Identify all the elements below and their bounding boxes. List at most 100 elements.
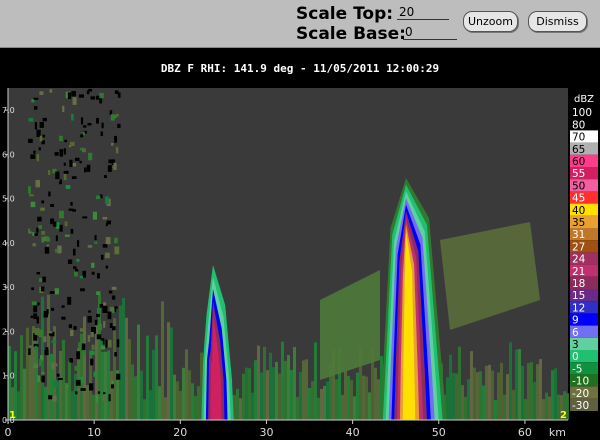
noise-speck — [74, 365, 79, 371]
clutter-column — [353, 396, 356, 420]
noise-speck — [105, 222, 108, 227]
clutter-column — [509, 342, 512, 420]
clutter-column — [20, 335, 23, 420]
noise-speck — [48, 333, 54, 336]
noise-speck — [69, 358, 73, 363]
noise-speck — [111, 142, 114, 146]
noise-speck — [44, 247, 50, 254]
noise-speck — [80, 388, 86, 391]
noise-speck — [107, 311, 112, 320]
noise-speck — [103, 321, 106, 328]
noise-speck — [82, 125, 87, 128]
noise-speck — [80, 288, 85, 292]
noise-speck — [114, 352, 117, 357]
clutter-column — [545, 392, 548, 420]
noise-speck — [28, 117, 34, 122]
clutter-column — [368, 392, 371, 420]
y-tick-label: 6.0 — [2, 150, 15, 159]
clutter-column — [182, 367, 185, 420]
clutter-column — [521, 365, 524, 420]
noise-speck — [39, 135, 43, 142]
noise-speck — [96, 195, 101, 200]
noise-speck — [36, 154, 40, 162]
noise-speck — [37, 302, 40, 306]
noise-speck — [67, 259, 73, 265]
clutter-column — [101, 351, 104, 420]
clutter-column — [461, 385, 464, 420]
clutter-column — [308, 387, 311, 420]
clutter-column — [17, 391, 20, 420]
noise-speck — [72, 97, 77, 105]
noise-speck — [48, 191, 51, 197]
noise-speck — [47, 170, 51, 176]
noise-speck — [33, 97, 39, 100]
noise-speck — [63, 162, 66, 166]
colorbar-label: 12 — [572, 302, 585, 314]
colorbar-label: 31 — [572, 229, 585, 241]
noise-speck — [53, 379, 58, 388]
clutter-column — [269, 352, 272, 420]
noise-speck — [34, 327, 40, 336]
corner-label-right: 2 — [560, 410, 567, 421]
noise-speck — [37, 216, 42, 222]
y-tick-label: 3.0 — [2, 283, 15, 292]
noise-speck — [35, 179, 40, 188]
clutter-column — [23, 368, 26, 420]
noise-speck — [105, 237, 111, 245]
noise-speck — [28, 348, 31, 355]
noise-speck — [29, 194, 34, 197]
clutter-column — [38, 380, 41, 420]
noise-speck — [59, 149, 64, 157]
clutter-column — [278, 373, 281, 420]
noise-speck — [63, 148, 66, 155]
noise-speck — [55, 235, 58, 242]
noise-speck — [108, 290, 113, 294]
clutter-column — [365, 376, 368, 420]
clutter-column — [479, 371, 482, 420]
clutter-column — [542, 399, 545, 420]
noise-speck — [28, 138, 33, 144]
clutter-column — [455, 373, 458, 420]
noise-speck — [38, 329, 44, 338]
x-tick-label: 30 — [259, 426, 273, 439]
noise-speck — [102, 216, 108, 220]
y-tick-label: 5.0 — [2, 195, 15, 204]
clutter-column — [107, 350, 110, 420]
noise-speck — [108, 339, 112, 348]
noise-speck — [34, 345, 37, 350]
noise-speck — [30, 154, 36, 159]
rhi-plot[interactable]: 0 10 20 30 40 50 60 km0.01.02.03.04.05.06.07.01… — [0, 0, 600, 440]
clutter-column — [83, 316, 86, 420]
radar-field — [8, 88, 569, 420]
noise-speck — [68, 324, 73, 328]
noise-speck — [75, 379, 81, 386]
clutter-column — [452, 373, 455, 420]
clutter-column — [446, 377, 449, 420]
clutter-column — [170, 327, 173, 420]
colorbar-label: 60 — [572, 156, 585, 168]
colorbar-label: 18 — [572, 278, 585, 290]
noise-speck — [67, 296, 72, 305]
noise-speck — [69, 159, 73, 168]
clutter-column — [191, 383, 194, 420]
colorbar-label: 80 — [572, 119, 585, 131]
noise-speck — [59, 224, 63, 232]
noise-speck — [90, 358, 94, 366]
noise-speck — [104, 196, 109, 205]
clutter-column — [104, 351, 107, 420]
noise-speck — [55, 171, 60, 180]
noise-speck — [93, 371, 97, 377]
noise-speck — [71, 90, 76, 97]
clutter-column — [134, 376, 137, 420]
clutter-column — [524, 398, 527, 420]
noise-speck — [72, 163, 77, 167]
clutter-column — [143, 399, 146, 420]
y-tick-label: 1.0 — [2, 372, 15, 381]
colorbar: dBZ1008070656055504540353127242118151296… — [570, 94, 598, 412]
clutter-column — [26, 327, 29, 420]
clutter-column — [194, 396, 197, 420]
clutter-column — [260, 372, 263, 420]
clutter-column — [374, 367, 377, 420]
clutter-column — [59, 350, 62, 420]
clutter-column — [467, 379, 470, 420]
